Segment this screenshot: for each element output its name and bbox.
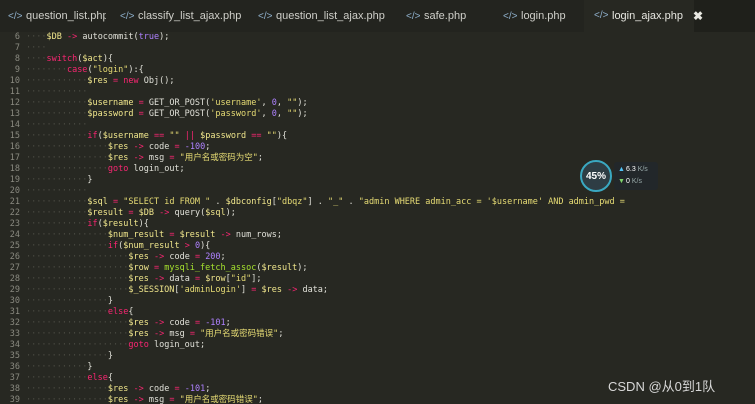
line-number: 24: [9, 230, 20, 240]
code-editor[interactable]: 6 ····$DB -> autocommit(true); 7 ···· 8 ···…: [0, 32, 755, 404]
code-text: ················else{: [26, 307, 134, 317]
line-number: 13: [9, 109, 20, 119]
code-text: ············: [26, 87, 88, 97]
line-number: 27: [9, 263, 20, 273]
code-text: ····················$res -> code = -101;: [26, 318, 231, 328]
code-text: ········case("login"):{: [26, 65, 144, 75]
line-number: 22: [9, 208, 20, 218]
tab-question-list[interactable]: </> question_list.php: [0, 0, 109, 32]
tab-label: question_list_ajax.php: [276, 10, 385, 22]
code-text: ················}: [26, 296, 114, 306]
line-number: 28: [9, 274, 20, 284]
code-text: ····················goto login_out;: [26, 340, 206, 350]
file-icon: </>: [120, 10, 135, 22]
watermark: CSDN @从0到1队: [608, 379, 716, 394]
line-number: 23: [9, 219, 20, 229]
line-number: 32: [9, 318, 20, 328]
tab-bar: </> question_list.php </> classify_list_…: [0, 0, 755, 32]
file-icon: </>: [594, 10, 609, 21]
line-number: 33: [9, 329, 20, 339]
line-number: 39: [9, 395, 20, 404]
line-number: 11: [9, 87, 20, 97]
tab-login-ajax[interactable]: </> login_ajax.php ✖: [584, 0, 703, 32]
line-number: 15: [9, 131, 20, 141]
line-number: 19: [9, 175, 20, 185]
code-text: ············$username = GET_OR_POST('use…: [26, 98, 308, 108]
line-number: 14: [9, 120, 20, 130]
file-icon: </>: [406, 10, 421, 22]
code-text: ············: [26, 186, 88, 196]
line-number: 8: [14, 54, 20, 64]
line-number: 21: [9, 197, 20, 207]
percent-gauge: 45%: [580, 160, 612, 192]
code-text: ············}: [26, 175, 93, 185]
code-text: ············else{: [26, 373, 114, 383]
code-text: ················$res -> code = -100;: [26, 142, 211, 152]
code-text: ················}: [26, 351, 114, 361]
code-text: ····················$_SESSION['adminLogi…: [26, 285, 329, 295]
tab-classify-list-ajax[interactable]: </> classify_list_ajax.php: [106, 0, 244, 32]
percent-value: 45%: [585, 170, 606, 182]
line-number: 25: [9, 241, 20, 251]
line-number: 37: [9, 373, 20, 383]
code-text: ····················$res -> data = $row[…: [26, 274, 262, 284]
tab-label: login_ajax.php: [612, 9, 683, 22]
code-text: ············$result = $DB -> query($sql)…: [26, 208, 236, 218]
code-text: ············if($username == "" || $passw…: [26, 131, 288, 141]
code-text: ············if($result){: [26, 219, 149, 229]
tab-question-list-ajax[interactable]: </> question_list_ajax.php: [244, 0, 392, 32]
line-number: 29: [9, 285, 20, 295]
arrow-down-icon: ▼: [618, 178, 625, 185]
download-speed: ▼0 K/s: [618, 178, 642, 185]
code-text: ············$sql = "SELECT id FROM " . $…: [26, 197, 625, 207]
code-text: ················goto login_out;: [26, 164, 185, 174]
line-number: 36: [9, 362, 20, 372]
code-text: ····: [26, 43, 47, 53]
code-text: ················if($num_result > 0){: [26, 241, 211, 251]
code-text: ····················$row = mysqli_fetch_…: [26, 263, 308, 273]
network-speed-widget[interactable]: 45% ▲6.3 K/s ▼0 K/s: [580, 160, 660, 192]
line-number: 20: [9, 186, 20, 196]
tab-safe[interactable]: </> safe.php: [392, 0, 489, 32]
code-text: ····$DB -> autocommit(true);: [26, 32, 170, 42]
line-number: 9: [14, 65, 20, 75]
line-number: 18: [9, 164, 20, 174]
line-number: 16: [9, 142, 20, 152]
code-text: ············$res = new Obj();: [26, 76, 175, 86]
code-text: ················$res -> msg = "用户名或密码错误"…: [26, 395, 263, 404]
code-text: ················$res -> code = -101;: [26, 384, 211, 394]
line-number: 38: [9, 384, 20, 394]
line-number: 31: [9, 307, 20, 317]
line-number: 12: [9, 98, 20, 108]
code-text: ············}: [26, 362, 93, 372]
line-number: 10: [9, 76, 20, 86]
arrow-up-icon: ▲: [618, 166, 625, 173]
line-number: 17: [9, 153, 20, 163]
upload-speed: ▲6.3 K/s: [618, 166, 648, 173]
tab-label: question_list.php: [26, 10, 109, 22]
line-number: 26: [9, 252, 20, 262]
code-text: ················$num_result = $result ->…: [26, 230, 282, 240]
line-number: 6: [14, 32, 20, 42]
code-text: ············$password = GET_OR_POST('pas…: [26, 109, 308, 119]
file-icon: </>: [8, 10, 23, 22]
code-text: ············: [26, 120, 88, 130]
line-number: 30: [9, 296, 20, 306]
close-icon[interactable]: ✖: [693, 9, 703, 23]
file-icon: </>: [258, 10, 273, 22]
tab-label: login.php: [521, 10, 566, 22]
line-number: 7: [14, 43, 20, 53]
tab-label: safe.php: [424, 10, 467, 22]
line-number: 35: [9, 351, 20, 361]
file-icon: </>: [503, 10, 518, 22]
tab-login[interactable]: </> login.php: [489, 0, 584, 32]
tab-label: classify_list_ajax.php: [138, 10, 242, 22]
code-text: ····················$res -> msg = "用户名或密…: [26, 329, 284, 339]
code-text: ················$res -> msg = "用户名或密码为空"…: [26, 153, 263, 163]
code-text: ····switch($act){: [26, 54, 114, 64]
line-number: 34: [9, 340, 20, 350]
speed-panel: ▲6.3 K/s ▼0 K/s: [614, 162, 658, 190]
code-text: ····················$res -> code = 200;: [26, 252, 226, 262]
